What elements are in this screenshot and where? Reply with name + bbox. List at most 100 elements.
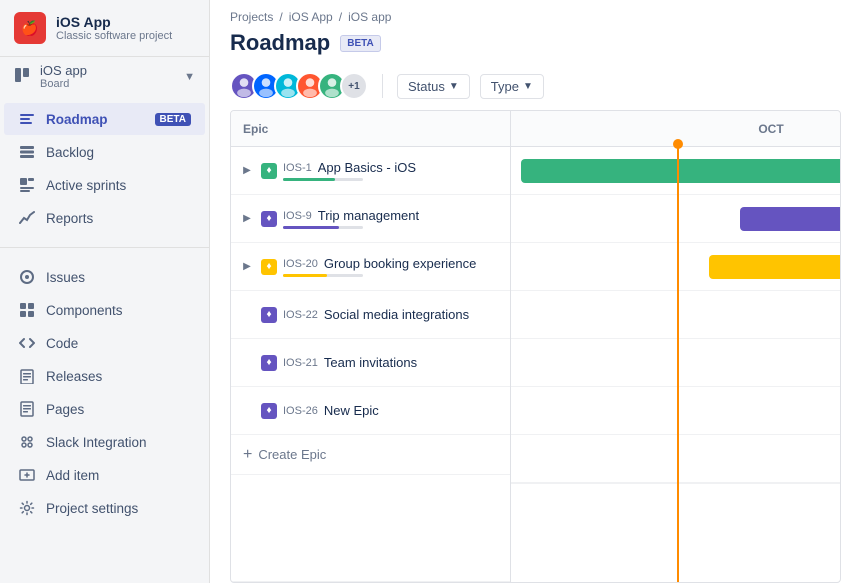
status-label: Status: [408, 79, 445, 94]
board-chevron-icon: ▼: [184, 71, 195, 83]
epic-info-ios1: IOS-1 App Basics - iOS: [283, 160, 502, 181]
sidebar-divider-1: [0, 247, 209, 248]
epic-id-ios1: IOS-1: [283, 162, 312, 174]
sidebar-item-reports[interactable]: Reports: [4, 202, 205, 234]
sidebar-item-roadmap[interactable]: Roadmap BETA: [4, 103, 205, 135]
epic-row-ios1[interactable]: ▶ ♦ IOS-1 App Basics - iOS: [231, 147, 510, 195]
timeline-bar-ios9: [740, 207, 841, 231]
pages-label: Pages: [46, 402, 191, 417]
roadmap-badge: BETA: [155, 113, 191, 126]
toolbar: +1 Status ▼ Type ▼: [210, 66, 861, 110]
timeline-row-ios22: [511, 291, 841, 339]
breadcrumb-ios-app[interactable]: iOS App: [289, 10, 333, 24]
sidebar-item-components[interactable]: Components: [4, 294, 205, 326]
sidebar-item-pages[interactable]: Pages: [4, 393, 205, 425]
epic-info-ios22: IOS-22 Social media integrations: [283, 307, 502, 322]
sidebar-item-backlog[interactable]: Backlog: [4, 136, 205, 168]
epic-progress-ios1: [283, 178, 363, 181]
epic-icon-ios21: ♦: [261, 355, 277, 371]
empty-row: [231, 475, 510, 582]
releases-icon: [18, 367, 36, 385]
breadcrumb-sep-1: /: [279, 10, 282, 24]
epic-row-ios21[interactable]: ▶ ♦ IOS-21 Team invitations: [231, 339, 510, 387]
type-filter-button[interactable]: Type ▼: [480, 74, 544, 99]
epic-name-ios22: Social media integrations: [324, 307, 469, 322]
timeline-row-ios20: [511, 243, 841, 291]
project-header: 🍎 iOS App Classic software project: [0, 0, 209, 57]
today-line: [677, 147, 679, 582]
slack-icon: [18, 433, 36, 451]
board-icon: [14, 67, 30, 86]
timeline-bar-ios1: [521, 159, 841, 183]
expand-ios20-icon[interactable]: ▶: [239, 259, 255, 275]
add-item-label: Add item: [46, 468, 191, 483]
main-nav: Roadmap BETA Backlog: [0, 96, 209, 241]
timeline-empty: [511, 483, 841, 484]
slack-label: Slack Integration: [46, 435, 191, 450]
epic-icon-ios22: ♦: [261, 307, 277, 323]
epic-info-ios9: IOS-9 Trip management: [283, 208, 502, 229]
roadmap-icon: [18, 110, 36, 128]
code-icon: [18, 334, 36, 352]
timeline-bar-ios20: [709, 255, 841, 279]
sidebar-item-project-settings[interactable]: Project settings: [4, 492, 205, 524]
project-info: iOS App Classic software project: [56, 14, 195, 42]
expand-ios1-icon[interactable]: ▶: [239, 163, 255, 179]
add-item-icon: [18, 466, 36, 484]
sidebar: 🍎 iOS App Classic software project iOS a…: [0, 0, 210, 583]
sidebar-item-code[interactable]: Code: [4, 327, 205, 359]
project-settings-label: Project settings: [46, 501, 191, 516]
timeline-rows: [511, 147, 841, 582]
timeline-row-create: [511, 435, 841, 483]
avatar-group: +1: [230, 72, 368, 100]
epic-row-ios20[interactable]: ▶ ♦ IOS-20 Group booking experience: [231, 243, 510, 291]
page-title: Roadmap: [230, 30, 330, 56]
timeline-month-label: OCT: [758, 122, 783, 136]
timeline-row-ios26: [511, 387, 841, 435]
epic-row-ios9[interactable]: ▶ ♦ IOS-9 Trip management: [231, 195, 510, 243]
board-sublabel: Board: [40, 78, 174, 90]
reports-label: Reports: [46, 211, 191, 226]
main-content: Projects / iOS App / iOS app Roadmap BET…: [210, 0, 861, 583]
create-epic-row[interactable]: + Create Epic: [231, 435, 510, 475]
epic-id-ios21: IOS-21: [283, 357, 318, 369]
epic-id-ios20: IOS-20: [283, 258, 318, 270]
avatar-more[interactable]: +1: [340, 72, 368, 100]
epic-info-ios26: IOS-26 New Epic: [283, 403, 502, 418]
code-label: Code: [46, 336, 191, 351]
sidebar-item-add-item[interactable]: Add item: [4, 459, 205, 491]
epic-id-ios26: IOS-26: [283, 405, 318, 417]
backlog-icon: [18, 143, 36, 161]
epic-row-ios22[interactable]: ▶ ♦ IOS-22 Social media integrations: [231, 291, 510, 339]
timeline-row-ios1: [511, 147, 841, 195]
epic-info-ios20: IOS-20 Group booking experience: [283, 256, 502, 277]
issues-label: Issues: [46, 270, 191, 285]
pages-icon: [18, 400, 36, 418]
timeline-column: OCT: [511, 111, 841, 582]
epic-id-ios22: IOS-22: [283, 309, 318, 321]
issues-icon: [18, 268, 36, 286]
sidebar-item-active-sprints[interactable]: Active sprints: [4, 169, 205, 201]
components-label: Components: [46, 303, 191, 318]
board-selector[interactable]: iOS app Board ▼: [0, 57, 209, 96]
status-filter-button[interactable]: Status ▼: [397, 74, 470, 99]
releases-label: Releases: [46, 369, 191, 384]
active-sprints-label: Active sprints: [46, 178, 191, 193]
sidebar-item-releases[interactable]: Releases: [4, 360, 205, 392]
breadcrumb-sep-2: /: [339, 10, 342, 24]
project-type: Classic software project: [56, 30, 195, 42]
type-label: Type: [491, 79, 519, 94]
sidebar-item-slack[interactable]: Slack Integration: [4, 426, 205, 458]
epic-icon-ios1: ♦: [261, 163, 277, 179]
epics-col-header: Epic: [231, 111, 510, 147]
sidebar-item-issues[interactable]: Issues: [4, 261, 205, 293]
type-caret-icon: ▼: [523, 81, 533, 92]
board-label: iOS app: [40, 63, 174, 78]
breadcrumb-current: iOS app: [348, 10, 391, 24]
expand-ios9-icon[interactable]: ▶: [239, 211, 255, 227]
epic-icon-ios26: ♦: [261, 403, 277, 419]
epics-column: Epic ▶ ♦ IOS-1 App Basics - iOS: [231, 111, 511, 582]
epic-row-ios26[interactable]: ▶ ♦ IOS-26 New Epic: [231, 387, 510, 435]
breadcrumb-projects[interactable]: Projects: [230, 10, 273, 24]
project-settings-icon: [18, 499, 36, 517]
